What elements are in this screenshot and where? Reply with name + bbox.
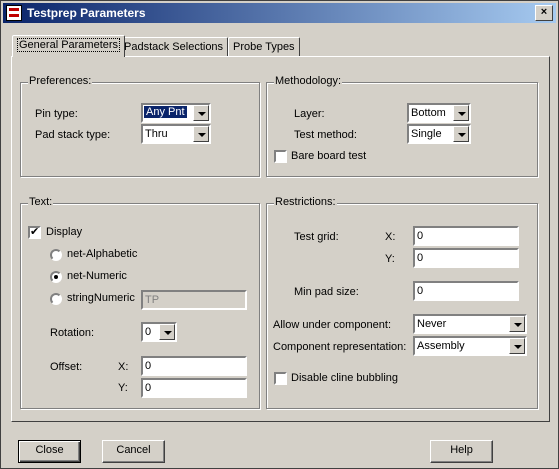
tab-general-parameters-label: General Parameters [17,38,121,52]
pin-type-select[interactable]: Any Pnt [141,103,211,123]
rotation-label: Rotation: [50,327,95,339]
methodology-legend: Methodology: [274,75,343,87]
pin-type-value: Any Pnt [144,106,187,118]
rotation-select[interactable]: 0 [141,322,177,342]
text-group: Text: Display net-Alphabetic net-Numeric… [20,196,260,409]
string-numeric-label[interactable]: stringNumeric [67,292,135,304]
component-representation-select[interactable]: Assembly [413,336,527,356]
min-pad-size-input[interactable]: 0 [413,281,519,301]
test-method-value: Single [411,128,442,140]
tab-probe-types-label: Probe Types [233,41,295,53]
string-numeric-input[interactable]: TP [141,290,247,310]
offset-x-input[interactable]: 0 [141,356,247,376]
app-icon [6,5,22,21]
net-alphabetic-label[interactable]: net-Alphabetic [67,248,137,260]
string-numeric-radio[interactable] [50,293,62,305]
display-checkbox[interactable] [28,225,41,239]
test-grid-x-input[interactable]: 0 [413,226,519,246]
allow-under-component-value: Never [417,318,447,330]
net-alphabetic-radio[interactable] [50,249,62,261]
offset-label: Offset: [50,361,83,373]
net-numeric-label[interactable]: net-Numeric [67,270,127,282]
chevron-down-icon[interactable] [509,316,525,332]
test-grid-label: Test grid: [294,231,339,243]
test-grid-y-input[interactable]: 0 [413,248,519,268]
restrictions-group: Restrictions: Test grid: X: 0 Y: 0 Min p… [266,196,538,409]
tab-padstack-selections[interactable]: Padstack Selections [119,37,229,56]
preferences-group: Preferences: Pin type: Any Pnt Pad stack… [20,75,260,177]
testprep-parameters-dialog: Testprep Parameters × General Parameters… [0,0,559,469]
general-parameters-panel: Preferences: Pin type: Any Pnt Pad stack… [11,56,550,422]
pad-stack-type-value: Thru [145,128,168,140]
offset-x-label: X: [118,361,129,373]
text-legend: Text: [28,196,54,208]
chevron-down-icon[interactable] [159,324,175,340]
bare-board-test-label[interactable]: Bare board test [291,150,366,162]
min-pad-size-label: Min pad size: [294,286,359,298]
allow-under-component-select[interactable]: Never [413,314,527,334]
component-representation-label: Component representation: [273,341,407,353]
title-bar[interactable]: Testprep Parameters × [3,3,556,23]
chevron-down-icon[interactable] [193,126,209,142]
chevron-down-icon[interactable] [509,338,525,354]
window-title: Testprep Parameters [27,6,146,20]
window-close-button[interactable]: × [535,5,553,21]
tab-padstack-selections-label: Padstack Selections [124,41,224,53]
pin-type-label: Pin type: [35,108,78,120]
offset-y-input[interactable]: 0 [141,378,247,398]
net-numeric-radio[interactable] [50,271,62,283]
help-button[interactable]: Help [430,440,493,463]
restrictions-legend: Restrictions: [274,196,337,208]
layer-select[interactable]: Bottom [407,103,471,123]
test-grid-y-label: Y: [385,253,395,265]
disable-cline-bubbling-checkbox[interactable] [274,372,287,385]
chevron-down-icon[interactable] [453,105,469,121]
disable-cline-bubbling-label[interactable]: Disable cline bubbling [291,372,398,384]
close-button[interactable]: Close [18,440,81,463]
tab-probe-types[interactable]: Probe Types [228,37,300,56]
bare-board-test-checkbox[interactable] [274,150,287,163]
cancel-button[interactable]: Cancel [102,440,165,463]
allow-under-component-label: Allow under component: [273,319,392,331]
test-method-label: Test method: [294,129,357,141]
layer-label: Layer: [294,108,325,120]
chevron-down-icon[interactable] [453,126,469,142]
layer-value: Bottom [411,107,446,119]
preferences-legend: Preferences: [28,75,93,87]
rotation-value: 0 [145,326,152,338]
pad-stack-type-select[interactable]: Thru [141,124,211,144]
offset-y-label: Y: [118,382,128,394]
chevron-down-icon[interactable] [193,105,209,121]
tab-general-parameters[interactable]: General Parameters [12,35,126,57]
pad-stack-type-label: Pad stack type: [35,129,111,141]
component-representation-value: Assembly [417,340,465,352]
methodology-group: Methodology: Layer: Bottom Test method: … [266,75,538,177]
display-label[interactable]: Display [46,226,82,238]
test-grid-x-label: X: [385,231,396,243]
test-method-select[interactable]: Single [407,124,471,144]
